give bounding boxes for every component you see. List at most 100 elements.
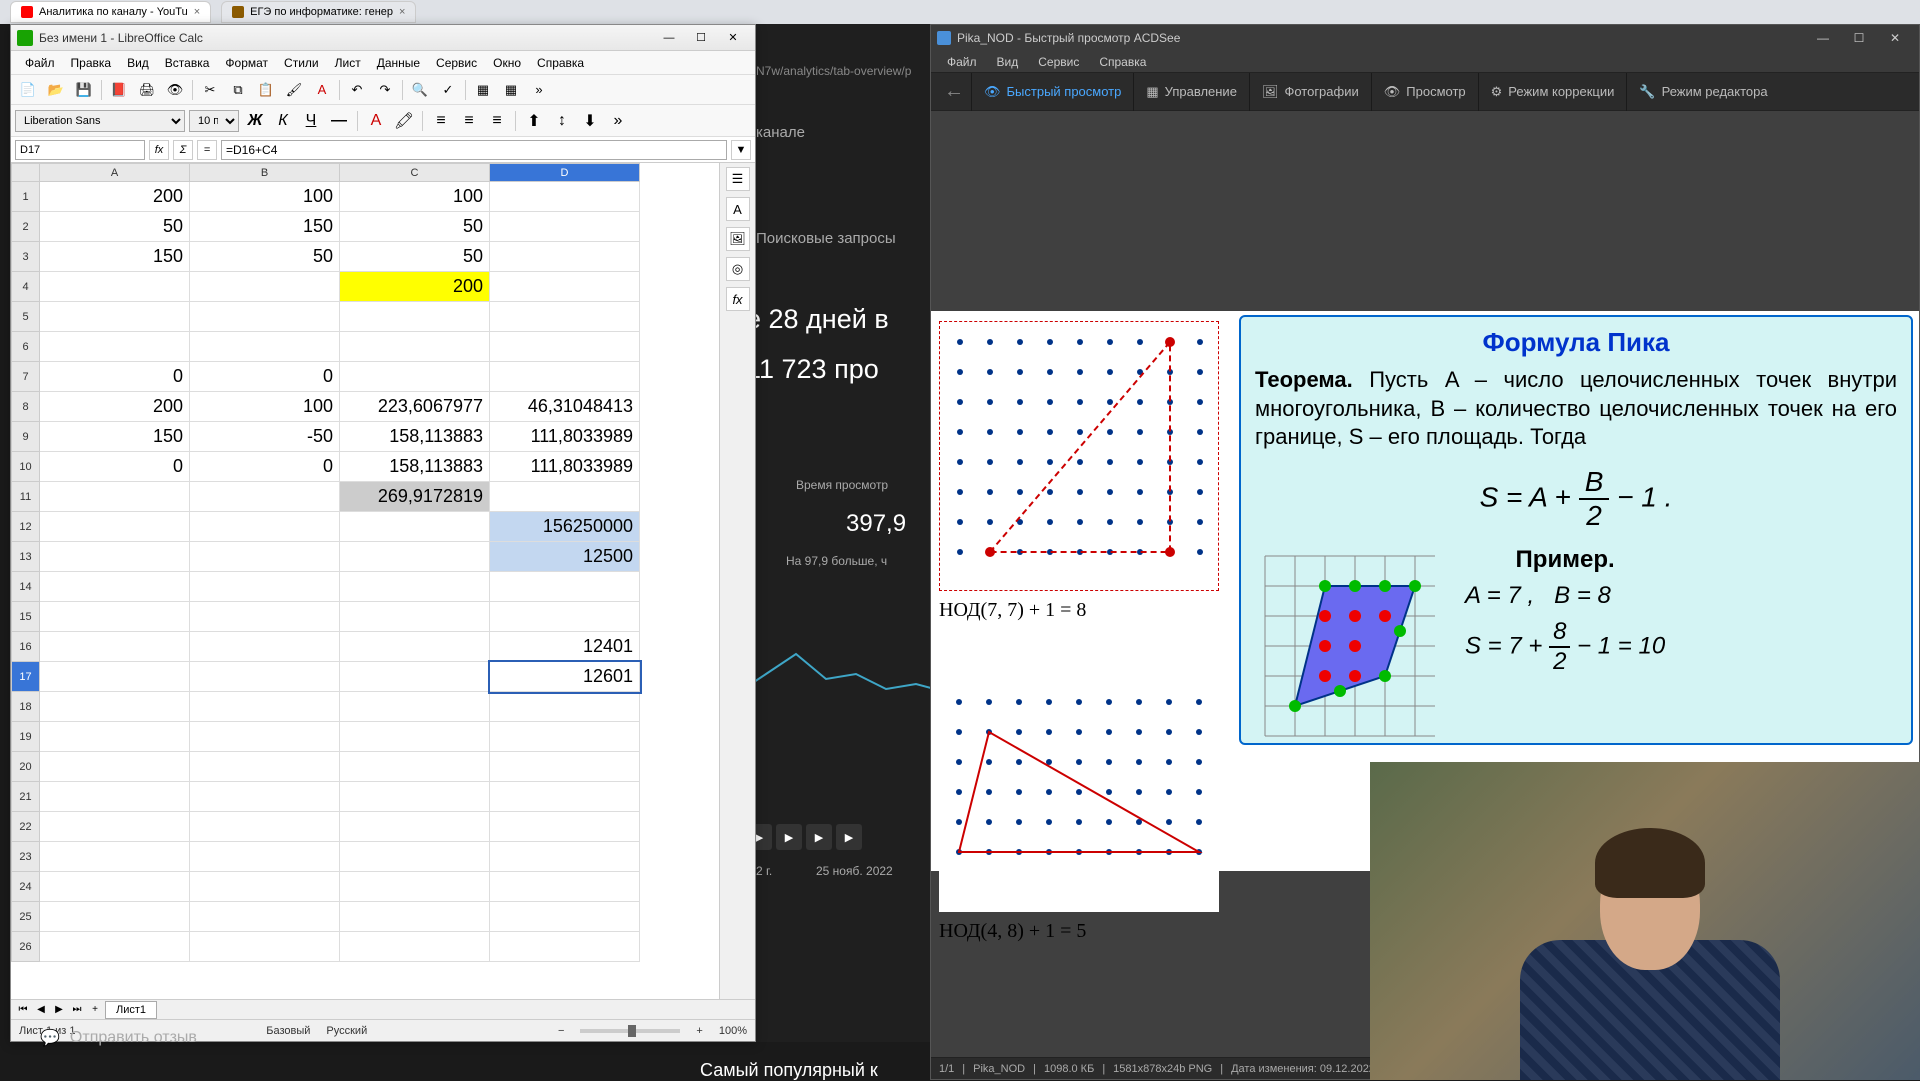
col-header-C[interactable]: C (340, 164, 490, 182)
cell-D7[interactable] (490, 362, 640, 392)
row-header[interactable]: 7 (12, 362, 40, 392)
zoom-value[interactable]: 100% (719, 1025, 747, 1037)
italic-button[interactable]: К (271, 110, 295, 132)
cell-C11[interactable]: 269,9172819 (340, 482, 490, 512)
cell-B6[interactable] (190, 332, 340, 362)
menu-styles[interactable]: Стили (276, 54, 327, 72)
back-button[interactable]: ← (937, 75, 971, 109)
cell-C12[interactable] (340, 512, 490, 542)
save-button[interactable]: 💾 (71, 78, 97, 102)
row-header[interactable]: 6 (12, 332, 40, 362)
acd-titlebar[interactable]: Pika_NOD - Быстрый просмотр ACDSee — ☐ ✕ (931, 25, 1919, 51)
row-header[interactable]: 23 (12, 842, 40, 872)
dropdown-icon[interactable]: ▼ (731, 140, 751, 160)
cell-D11[interactable] (490, 482, 640, 512)
cell-A12[interactable] (40, 512, 190, 542)
cell-C5[interactable] (340, 302, 490, 332)
cell-B8[interactable]: 100 (190, 392, 340, 422)
row-header[interactable]: 19 (12, 722, 40, 752)
mode-view[interactable]: 👁Просмотр (1371, 73, 1478, 111)
cell-B3[interactable]: 50 (190, 242, 340, 272)
sheet-first-button[interactable]: ⏮ (15, 1002, 31, 1018)
cell-D2[interactable] (490, 212, 640, 242)
more-button[interactable]: » (526, 78, 552, 102)
row-header[interactable]: 26 (12, 932, 40, 962)
menu-edit[interactable]: Правка (63, 54, 120, 72)
menu-help[interactable]: Справка (1089, 53, 1156, 71)
send-feedback-link[interactable]: 💬 Отправить отзыв (40, 1028, 197, 1048)
cell-A1[interactable]: 200 (40, 182, 190, 212)
minimize-button[interactable]: — (1805, 28, 1841, 48)
menu-insert[interactable]: Вставка (157, 54, 218, 72)
menu-window[interactable]: Окно (485, 54, 529, 72)
font-select[interactable]: Liberation Sans (15, 110, 185, 132)
cell-C4[interactable]: 200 (340, 272, 490, 302)
cell-A5[interactable] (40, 302, 190, 332)
mode-edit[interactable]: 🔧Режим редактора (1626, 73, 1779, 111)
menu-view[interactable]: Вид (119, 54, 157, 72)
sheet-tab-1[interactable]: Лист1 (105, 1001, 157, 1019)
browser-tab-ege[interactable]: ЕГЭ по информатике: генер × (221, 1, 416, 23)
styles-icon[interactable]: A (726, 197, 750, 221)
mode-photos[interactable]: 🖼Фотографии (1249, 73, 1371, 111)
menu-help[interactable]: Справка (529, 54, 592, 72)
new-doc-button[interactable]: 📄 (15, 78, 41, 102)
close-icon[interactable]: × (399, 6, 405, 18)
row-header[interactable]: 20 (12, 752, 40, 782)
cell-B14[interactable] (190, 572, 340, 602)
row-header[interactable]: 9 (12, 422, 40, 452)
play-ff-button[interactable]: ▶ (836, 824, 862, 850)
cell-B10[interactable]: 0 (190, 452, 340, 482)
valign-mid-button[interactable]: ↕ (550, 110, 574, 132)
row-header[interactable]: 2 (12, 212, 40, 242)
row-header[interactable]: 8 (12, 392, 40, 422)
cell-D12[interactable]: 156250000 (490, 512, 640, 542)
cell-D10[interactable]: 111,8033989 (490, 452, 640, 482)
cell-B17[interactable] (190, 662, 340, 692)
gallery-icon[interactable]: 🖼 (726, 227, 750, 251)
menu-tools[interactable]: Сервис (1028, 53, 1089, 71)
align-right-button[interactable]: ≡ (485, 110, 509, 132)
cell-C2[interactable]: 50 (340, 212, 490, 242)
print-preview-button[interactable]: 👁 (162, 78, 188, 102)
zoom-slider[interactable] (580, 1029, 680, 1033)
font-size-select[interactable]: 10 пт (189, 110, 239, 132)
row-header[interactable]: 21 (12, 782, 40, 812)
row-header[interactable]: 11 (12, 482, 40, 512)
cell-B1[interactable]: 100 (190, 182, 340, 212)
mode-quickview[interactable]: 👁Быстрый просмотр (971, 73, 1133, 111)
align-center-button[interactable]: ≡ (457, 110, 481, 132)
cell-A16[interactable] (40, 632, 190, 662)
more-format-button[interactable]: » (606, 110, 630, 132)
formula-input[interactable] (221, 140, 727, 160)
row-header[interactable]: 4 (12, 272, 40, 302)
cell-B5[interactable] (190, 302, 340, 332)
cell-D4[interactable] (490, 272, 640, 302)
cell-D14[interactable] (490, 572, 640, 602)
cell-D16[interactable]: 12401 (490, 632, 640, 662)
navigator-icon[interactable]: ◎ (726, 257, 750, 281)
cell-B11[interactable] (190, 482, 340, 512)
row-header[interactable]: 17 (12, 662, 40, 692)
cell-C17[interactable] (340, 662, 490, 692)
col-header-D[interactable]: D (490, 164, 640, 182)
cell-B15[interactable] (190, 602, 340, 632)
cell-A15[interactable] (40, 602, 190, 632)
row-header[interactable]: 10 (12, 452, 40, 482)
menu-file[interactable]: Файл (17, 54, 63, 72)
cell-C1[interactable]: 100 (340, 182, 490, 212)
cell-D6[interactable] (490, 332, 640, 362)
col-button[interactable]: ▦ (498, 78, 524, 102)
cell-A6[interactable] (40, 332, 190, 362)
cell-D17[interactable]: 12601 (490, 662, 640, 692)
row-header[interactable]: 16 (12, 632, 40, 662)
play-button[interactable]: ▶ (776, 824, 802, 850)
valign-top-button[interactable]: ⬆ (522, 110, 546, 132)
cell-C10[interactable]: 158,113883 (340, 452, 490, 482)
cell-C16[interactable] (340, 632, 490, 662)
col-header-B[interactable]: B (190, 164, 340, 182)
cell-A8[interactable]: 200 (40, 392, 190, 422)
maximize-button[interactable]: ☐ (1841, 28, 1877, 48)
highlight-button[interactable]: 🖍 (392, 110, 416, 132)
print-button[interactable]: 🖨 (134, 78, 160, 102)
